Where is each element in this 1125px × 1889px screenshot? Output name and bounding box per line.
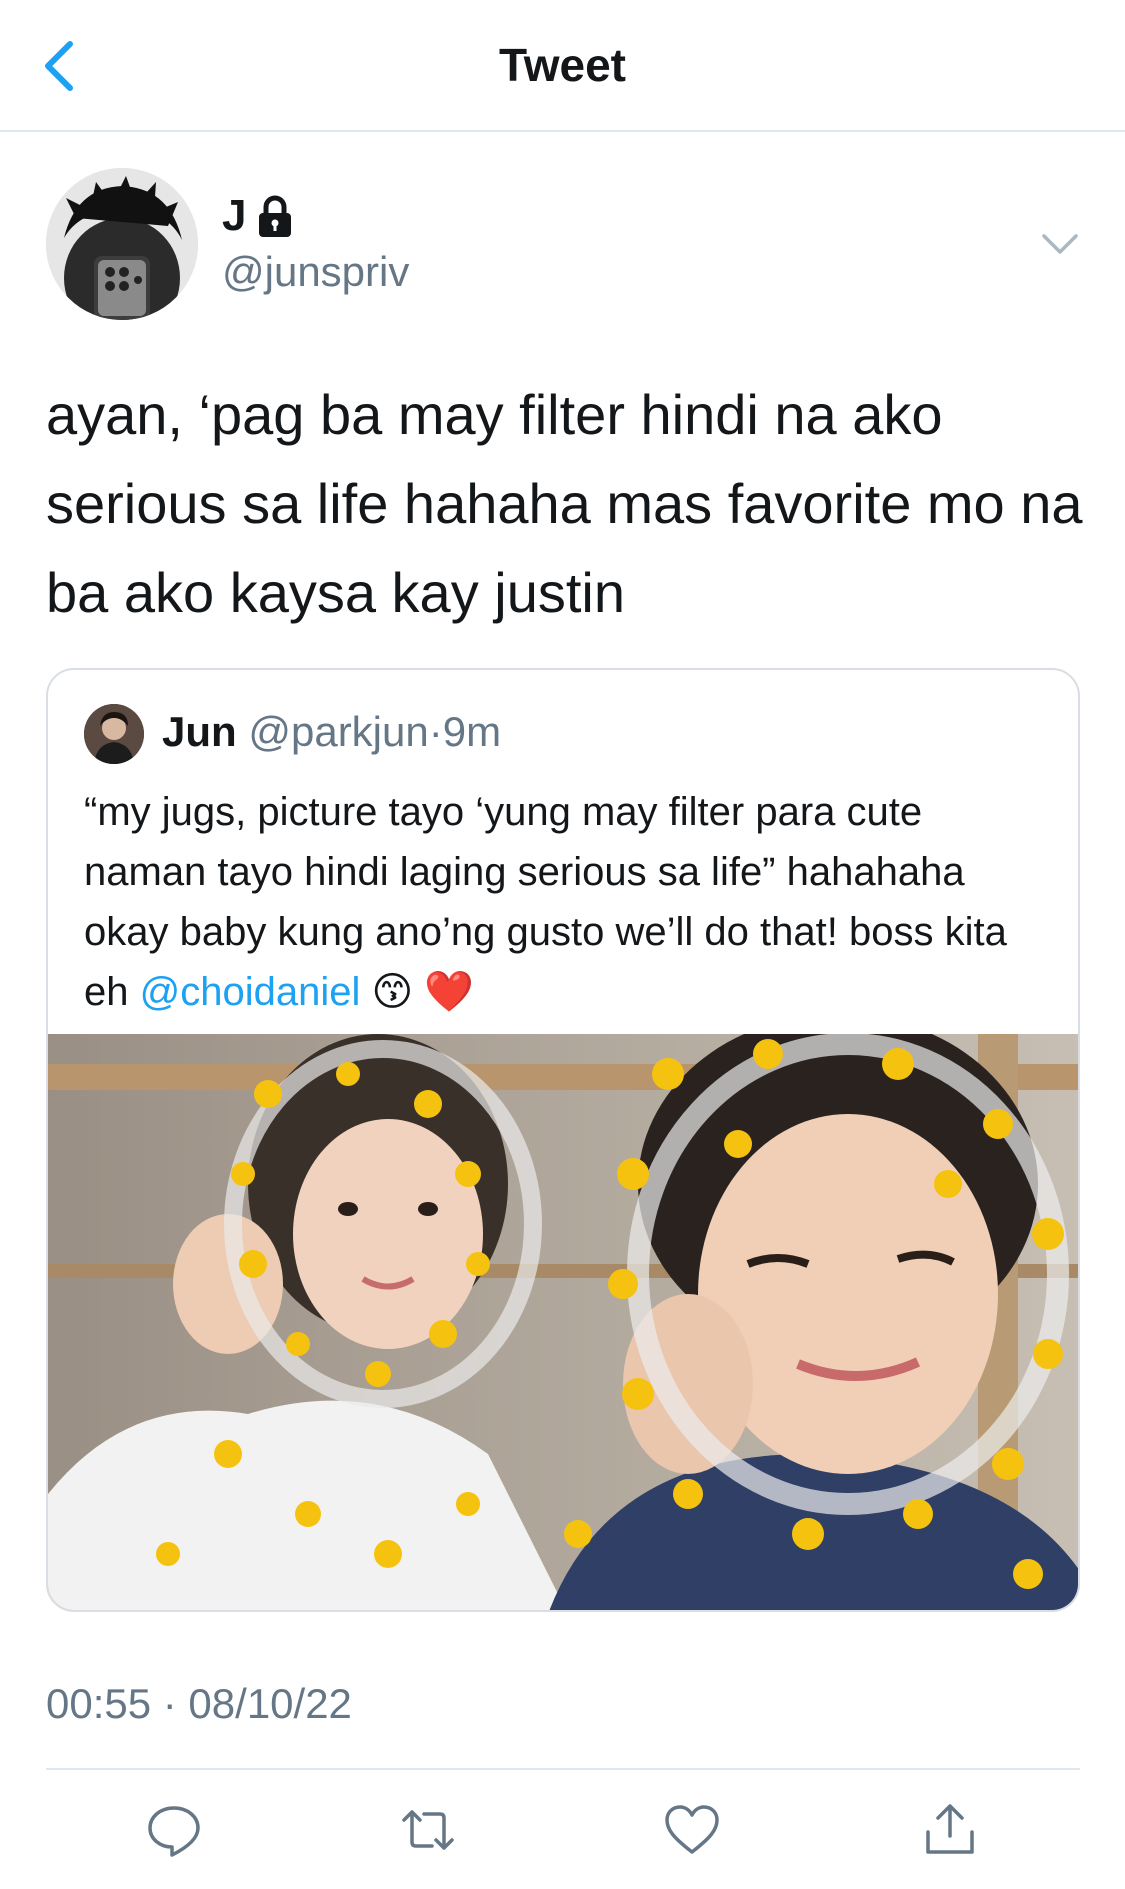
divider xyxy=(46,1768,1080,1770)
quoted-text-block: “my jugs, picture tayo ‘yung may filter … xyxy=(84,782,1054,1022)
heart-icon xyxy=(665,1805,719,1854)
avatar[interactable] xyxy=(46,168,198,320)
quoted-mention-link[interactable]: @choidaniel xyxy=(140,970,361,1014)
quoted-photo[interactable] xyxy=(48,1034,1078,1610)
retweet-button[interactable] xyxy=(398,1800,458,1860)
display-name: J xyxy=(222,191,247,240)
reply-icon xyxy=(148,1806,200,1857)
share-button[interactable] xyxy=(920,1800,980,1860)
retweet-icon xyxy=(402,1810,454,1850)
photo-two-people-with-filter xyxy=(48,1034,1078,1610)
nav-bar: Tweet xyxy=(0,0,1125,132)
author-handle[interactable]: @junspriv xyxy=(222,248,409,296)
quoted-emoji: 😙 ❤️ xyxy=(371,970,475,1014)
tweet-text: ayan, ‘pag ba may filter hindi na ako se… xyxy=(46,383,1083,624)
like-button[interactable] xyxy=(662,1800,722,1860)
quoted-time: 9m xyxy=(442,708,502,755)
quoted-separator: · xyxy=(428,708,443,755)
share-icon xyxy=(926,1804,974,1854)
more-options-button[interactable] xyxy=(1040,228,1080,258)
quoted-handle: @parkjun xyxy=(248,708,429,755)
reply-button[interactable] xyxy=(144,1800,204,1860)
avatar-image xyxy=(46,168,198,320)
tweet-timestamp: 00:55 · 08/10/22 xyxy=(46,1680,352,1727)
quoted-tweet[interactable]: Jun @parkjun·9m “my jugs, picture tayo ‘… xyxy=(46,668,1080,1612)
chevron-down-icon xyxy=(1042,234,1078,254)
quoted-avatar xyxy=(84,704,144,764)
author-name-row[interactable]: J xyxy=(222,190,296,242)
lock-icon xyxy=(259,195,292,237)
page-title: Tweet xyxy=(499,39,626,91)
quoted-header: Jun @parkjun·9m xyxy=(162,708,501,756)
quoted-name: Jun xyxy=(162,708,237,755)
